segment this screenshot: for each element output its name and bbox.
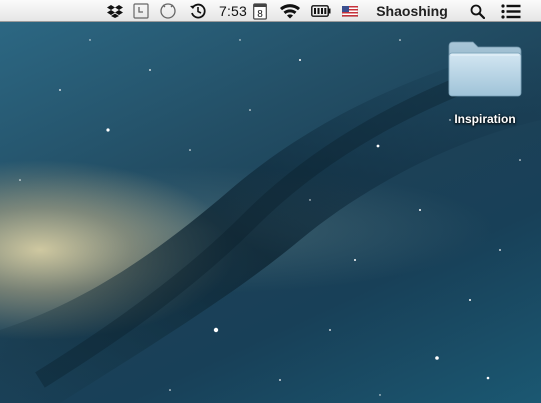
history-clock-icon[interactable] (188, 0, 208, 22)
menubar-clock[interactable]: 7:53 (216, 0, 250, 22)
menu-bar: 7:53 8 Shaoshing (0, 0, 541, 22)
calendar-icon[interactable]: 8 (252, 0, 268, 22)
us-flag-input-icon[interactable] (341, 0, 359, 22)
dropbox-icon[interactable] (106, 0, 124, 22)
calendar-day: 8 (257, 9, 263, 20)
folder-label: Inspiration (454, 112, 516, 126)
folder-icon (448, 41, 522, 97)
spotlight-search-icon[interactable] (467, 0, 487, 22)
battery-icon[interactable] (310, 0, 332, 22)
sync-circle-icon[interactable] (158, 0, 178, 22)
wifi-icon[interactable] (278, 0, 302, 22)
time-machine-icon[interactable] (132, 0, 150, 22)
desktop-folder-inspiration[interactable]: Inspiration (440, 40, 530, 130)
notification-list-icon[interactable] (499, 0, 523, 22)
user-name-menu[interactable]: Shaoshing (372, 0, 452, 22)
